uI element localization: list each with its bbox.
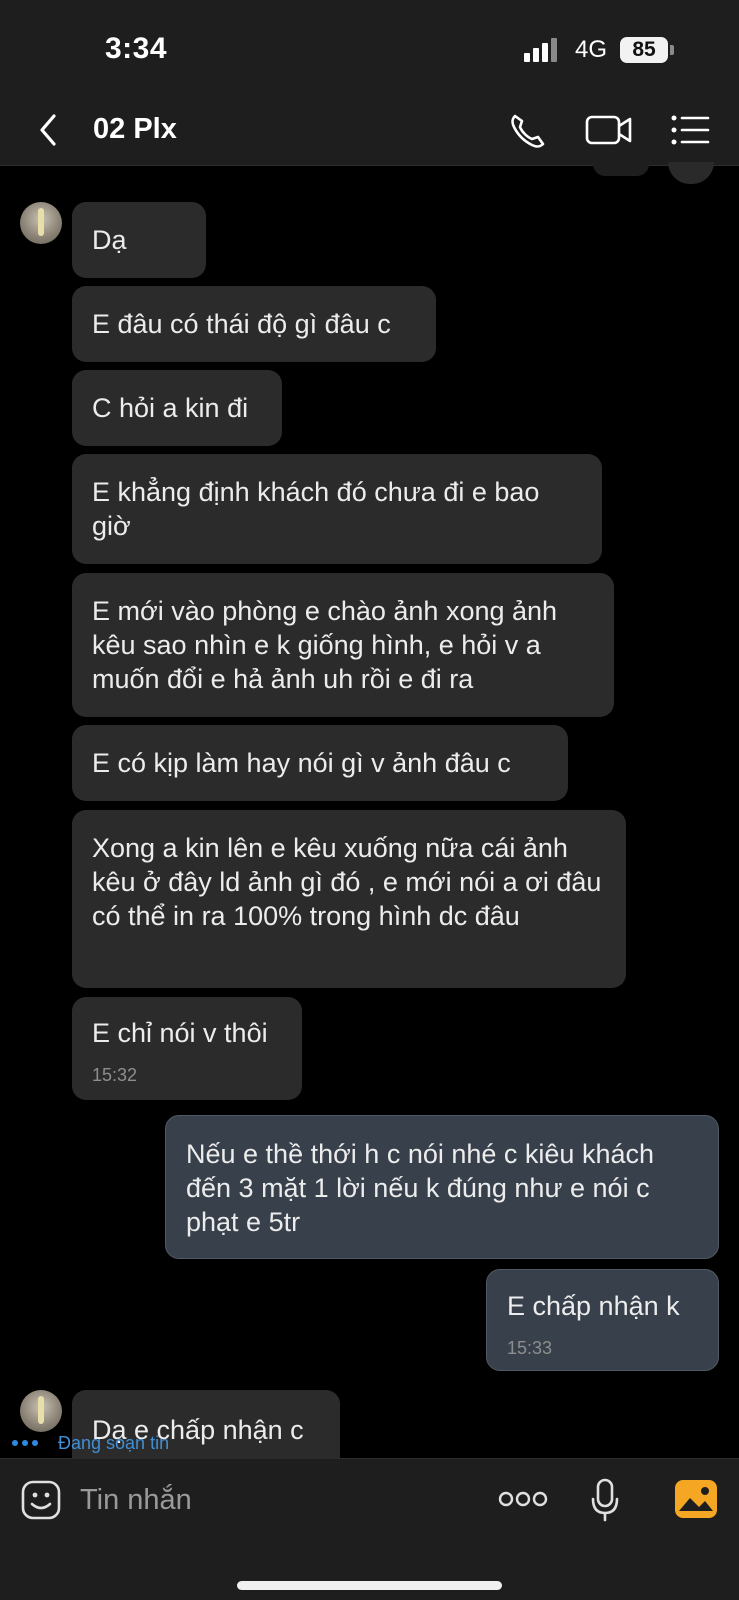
phone-icon [511, 114, 545, 148]
reaction-peek [593, 162, 649, 176]
voice-record-button[interactable] [590, 1477, 620, 1523]
battery-tip [670, 45, 674, 55]
message-bubble[interactable]: E mới vào phòng e chào ảnh xong ảnh kêu … [72, 573, 614, 717]
composer-bar [0, 1458, 739, 1600]
battery-icon: 85 [620, 37, 668, 63]
gallery-button[interactable] [674, 1479, 718, 1519]
video-call-button[interactable] [584, 108, 634, 152]
message-time: 15:32 [92, 1065, 138, 1085]
message-text: E có kịp làm hay nói gì v ảnh đâu c [92, 748, 511, 778]
message-text: E đâu có thái độ gì đâu c [92, 309, 391, 339]
typing-text: Đang soạn tin [58, 1432, 170, 1453]
message-text: Nếu e thề thới h c nói nhé c kiêu khách … [186, 1139, 654, 1237]
gallery-image-icon [675, 1480, 717, 1518]
status-time: 3:34 [105, 32, 168, 65]
message-bubble-outgoing[interactable]: Nếu e thề thới h c nói nhé c kiêu khách … [165, 1115, 719, 1259]
message-bubble[interactable]: E đâu có thái độ gì đâu c [72, 286, 436, 362]
avatar[interactable] [20, 202, 62, 244]
message-input[interactable] [80, 1477, 460, 1523]
message-bubble[interactable]: E khẳng định khách đó chưa đi e bao giờ [72, 454, 602, 564]
message-bubble-outgoing[interactable]: E chấp nhận k 15:33 [486, 1269, 719, 1371]
chat-title[interactable]: 02 Plx [93, 113, 177, 146]
message-text: Dạ [92, 225, 127, 255]
home-indicator [237, 1581, 502, 1590]
sticker-emoji-icon [21, 1480, 61, 1520]
top-bar: 3:34 4G 85 02 Plx [0, 0, 739, 166]
more-options-icon [498, 1491, 548, 1507]
microphone-icon [591, 1478, 619, 1522]
message-bubble[interactable]: E chỉ nói v thôi 15:32 [72, 997, 302, 1100]
typing-dots-icon [12, 1440, 38, 1446]
message-text: E khẳng định khách đó chưa đi e bao giờ [92, 477, 540, 541]
message-text: E chấp nhận k [507, 1291, 680, 1321]
chat-info-button[interactable] [668, 108, 716, 152]
message-bubble[interactable]: Dạ [72, 202, 206, 278]
sticker-button[interactable] [20, 1479, 62, 1521]
video-camera-icon [585, 115, 632, 145]
message-text: E mới vào phòng e chào ảnh xong ảnh kêu … [92, 596, 558, 694]
message-time: 15:33 [507, 1338, 553, 1358]
avatar[interactable] [20, 1390, 62, 1432]
back-button[interactable] [30, 108, 66, 152]
message-bubble[interactable]: Xong a kin lên e kêu xuống nữa cái ảnh k… [72, 810, 626, 988]
message-bubble[interactable]: E có kịp làm hay nói gì v ảnh đâu c [72, 725, 568, 801]
scroll-down-button[interactable] [668, 162, 714, 184]
typing-indicator: Đang soạn tin [0, 1428, 181, 1458]
message-bubble[interactable]: C hỏi a kin đi [72, 370, 282, 446]
more-options-button[interactable] [498, 1487, 548, 1511]
signal-strength-icon [524, 38, 564, 62]
message-text: C hỏi a kin đi [92, 393, 249, 423]
message-text: Xong a kin lên e kêu xuống nữa cái ảnh k… [92, 833, 602, 931]
call-button[interactable] [505, 108, 553, 152]
list-menu-icon [671, 115, 710, 145]
chevron-left-icon [40, 114, 56, 146]
network-type: 4G [575, 36, 608, 63]
message-text: E chỉ nói v thôi [92, 1018, 268, 1048]
